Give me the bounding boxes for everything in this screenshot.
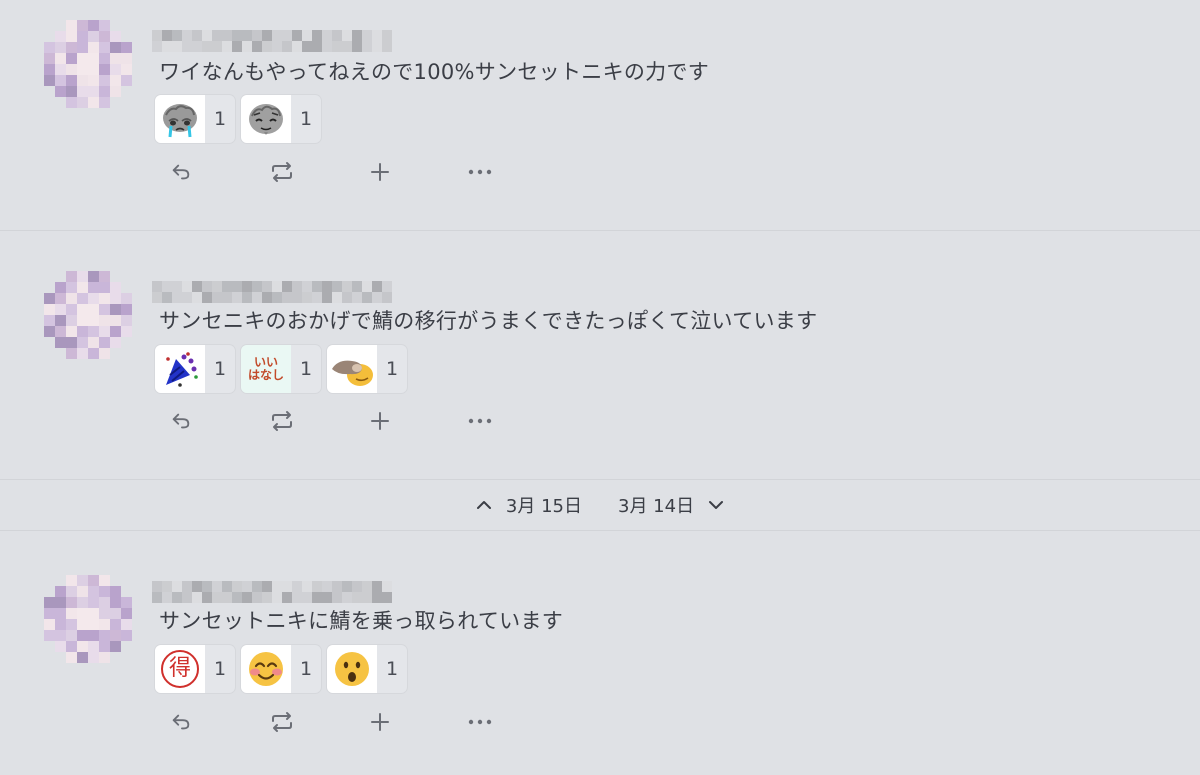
- renote-icon: [272, 712, 292, 732]
- note[interactable]: ワイなんもやってねえので100%サンセットニキの力です 1 1: [0, 0, 1200, 230]
- add-reaction-button[interactable]: [368, 406, 467, 436]
- plus-icon: [371, 713, 389, 731]
- more-button[interactable]: [467, 707, 566, 737]
- username-pixelated[interactable]: [152, 581, 392, 603]
- reply-icon: [172, 164, 190, 180]
- avatar[interactable]: [44, 575, 132, 663]
- reply-icon: [172, 714, 190, 730]
- reply-button[interactable]: [170, 406, 269, 436]
- plus-icon: [371, 163, 389, 181]
- reaction-count: 1: [299, 108, 313, 130]
- ii-hanashi-line2: はなし: [247, 368, 284, 382]
- date-separator: 3月 15日 3月 14日: [0, 480, 1200, 530]
- note-text: ワイなんもやってねえので100%サンセットニキの力です: [159, 60, 710, 84]
- renote-icon: [272, 411, 292, 431]
- more-icon: [468, 169, 492, 175]
- chevron-down-icon: [709, 501, 724, 509]
- newer-date: 3月 15日: [505, 496, 582, 517]
- note[interactable]: サンセニキのおかげで鯖の移行がうまくできたっぽくて泣いています 1 いい はなし…: [0, 231, 1200, 479]
- reaction-button[interactable]: 1: [155, 95, 235, 143]
- add-reaction-button[interactable]: [368, 157, 467, 187]
- reaction-button[interactable]: 1: [241, 95, 321, 143]
- note-actions: [170, 707, 566, 737]
- reaction-count: 1: [385, 658, 399, 680]
- surprised-face-emoji: [327, 645, 377, 693]
- renote-button[interactable]: [269, 406, 368, 436]
- reaction-count: 1: [385, 358, 399, 380]
- reply-button[interactable]: [170, 707, 269, 737]
- add-reaction-button[interactable]: [368, 707, 467, 737]
- reaction-count: 1: [213, 658, 227, 680]
- renote-button[interactable]: [269, 707, 368, 737]
- plus-icon: [371, 412, 389, 430]
- older-date-button[interactable]: [708, 499, 724, 511]
- note[interactable]: サンセットニキに鯖を乗っ取られています 得 1 1 1: [0, 531, 1200, 775]
- reaction-count: 1: [213, 108, 227, 130]
- more-icon: [468, 418, 492, 424]
- note-text: サンセットニキに鯖を乗っ取られています: [159, 609, 564, 633]
- blushing-smile-emoji: [241, 645, 291, 693]
- newer-date-button[interactable]: [476, 499, 492, 511]
- reaction-count: 1: [213, 358, 227, 380]
- chevron-up-icon: [476, 501, 491, 509]
- more-icon: [468, 719, 492, 725]
- note-text: サンセニキのおかげで鯖の移行がうまくできたっぽくて泣いています: [159, 309, 818, 333]
- username-pixelated[interactable]: [152, 281, 392, 303]
- toku-stamp-text: 得: [161, 650, 199, 688]
- more-button[interactable]: [467, 157, 566, 187]
- reaction-button[interactable]: 得 1: [155, 645, 235, 693]
- avatar[interactable]: [44, 20, 132, 108]
- avatar[interactable]: [44, 271, 132, 359]
- pinching-emoji: [327, 345, 377, 393]
- more-button[interactable]: [467, 406, 566, 436]
- reaction-count: 1: [299, 658, 313, 680]
- reply-button[interactable]: [170, 157, 269, 187]
- reaction-button[interactable]: 1: [327, 345, 407, 393]
- relieved-brain-emoji: [241, 95, 291, 143]
- reaction-button[interactable]: いい はなし 1: [241, 345, 321, 393]
- renote-button[interactable]: [269, 157, 368, 187]
- reply-icon: [172, 413, 190, 429]
- reaction-button[interactable]: 1: [155, 345, 235, 393]
- older-date: 3月 14日: [618, 496, 695, 517]
- username-pixelated[interactable]: [152, 30, 392, 52]
- timeline: ワイなんもやってねえので100%サンセットニキの力です 1 1 サンセニキのおか…: [0, 0, 1200, 775]
- note-actions: [170, 157, 566, 187]
- renote-icon: [272, 162, 292, 182]
- reaction-button[interactable]: 1: [241, 645, 321, 693]
- reaction-button[interactable]: 1: [327, 645, 407, 693]
- ii-hanashi-emoji: いい はなし: [241, 345, 291, 393]
- note-actions: [170, 406, 566, 436]
- reactions-bar: 1 いい はなし 1 1: [155, 345, 407, 393]
- party-popper-emoji: [155, 345, 205, 393]
- reaction-count: 1: [299, 358, 313, 380]
- toku-stamp-emoji: 得: [155, 645, 205, 693]
- reactions-bar: 得 1 1 1: [155, 645, 407, 693]
- crying-brain-emoji: [155, 95, 205, 143]
- reactions-bar: 1 1: [155, 95, 321, 143]
